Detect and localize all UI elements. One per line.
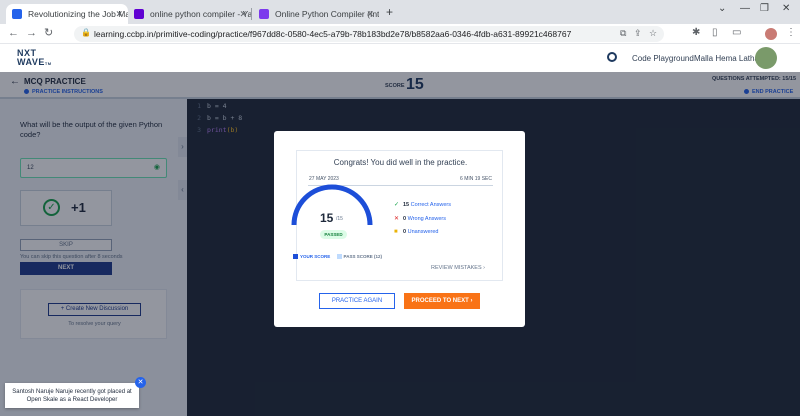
address-bar[interactable]: 🔒 learning.ccbp.in/primitive-coding/prac… [74,26,664,42]
close-tab-icon[interactable]: ✕ [115,4,123,24]
user-name[interactable]: Malla Hema Latha [694,54,759,63]
minimize-icon[interactable]: — [740,3,750,14]
close-tab-icon[interactable]: ✕ [366,4,374,24]
extensions-icon[interactable]: ✱ [692,27,700,38]
close-toast-icon[interactable]: ✕ [135,377,146,388]
tab-favicon-icon [259,9,269,19]
stat-correct: ✓ 15 Correct Answers [394,202,452,208]
proceed-to-next-button[interactable]: PROCEED TO NEXT › [404,293,480,309]
result-total: /15 [336,216,343,222]
install-app-icon[interactable]: ⧉ [620,28,626,39]
browser-tab[interactable]: online python compiler - Yahoo S ✕ [128,4,252,24]
bookmark-star-icon[interactable]: ☆ [649,28,657,39]
tab-search-chevron-icon[interactable]: ⌄ [718,3,726,14]
result-score: 15 [320,211,334,225]
cross-icon: ✕ [394,216,400,222]
review-mistakes-link[interactable]: REVIEW MISTAKES › [431,265,485,271]
share-icon[interactable]: ⇪ [634,28,642,39]
browser-toolbar: ← → ↻ 🔒 learning.ccbp.in/primitive-codin… [0,24,800,44]
maximize-icon[interactable]: ❐ [760,3,769,14]
gauge-legend: YOUR SCORE PASS SCORE (12) [293,254,382,260]
result-duration: 6 MIN 19 SEC [460,176,492,182]
tab-title: Online Python Compiler (Interpre [275,9,379,19]
code-playground-link[interactable]: Code Playground [632,54,694,63]
congrats-heading: Congrats! You did well in the practice. [333,158,468,167]
stat-unanswered: ■ 0 Unanswered [394,229,439,235]
result-modal: Congrats! You did well in the practice. … [274,131,525,327]
browser-tab[interactable]: Revolutionizing the Job Market | ✕ [6,4,128,24]
back-arrow-icon[interactable]: ← [8,27,19,40]
check-icon: ✓ [394,202,400,208]
placement-toast: Santosh Naruje Naruje recently got place… [5,383,139,408]
code-playground-icon[interactable] [607,52,617,62]
tab-title: Revolutionizing the Job Market | [28,9,128,19]
chevron-right-icon: › [483,265,486,271]
lock-icon[interactable]: 🔒 [81,28,91,37]
practice-again-button[interactable]: PRACTICE AGAIN [319,293,395,309]
legend-your-swatch [293,254,298,260]
new-tab-button[interactable]: + [386,6,393,18]
forward-arrow-icon[interactable]: → [26,27,37,40]
address-url[interactable]: learning.ccbp.in/primitive-coding/practi… [94,29,571,39]
tab-title: online python compiler - Yahoo S [150,9,252,19]
browser-menu-icon[interactable]: ⋮ [786,27,796,38]
status-badge: PASSED [320,230,347,239]
square-icon: ■ [394,229,398,235]
close-tab-icon[interactable]: ✕ [239,4,247,24]
browser-tab-strip: Revolutionizing the Job Market | ✕ onlin… [0,0,800,24]
nxtwave-logo[interactable]: NXT WAVETM [17,49,52,68]
side-panel-icon[interactable]: ▯ [712,27,718,38]
close-window-icon[interactable]: ✕ [782,3,790,14]
app-header: NXT WAVETM Code Playground Malla Hema La… [0,44,800,72]
browser-tab[interactable]: Online Python Compiler (Interpre ✕ [253,4,379,24]
stat-wrong: ✕ 0 Wrong Answers [394,216,447,222]
tab-favicon-icon [134,9,144,19]
tab-favicon-icon [12,9,22,19]
legend-pass-swatch [336,254,342,260]
reading-list-icon[interactable]: ▭ [732,27,741,38]
reload-icon[interactable]: ↻ [44,27,53,40]
chevron-right-icon: › [470,298,473,304]
avatar[interactable] [755,47,777,69]
browser-profile-avatar[interactable] [764,27,778,41]
